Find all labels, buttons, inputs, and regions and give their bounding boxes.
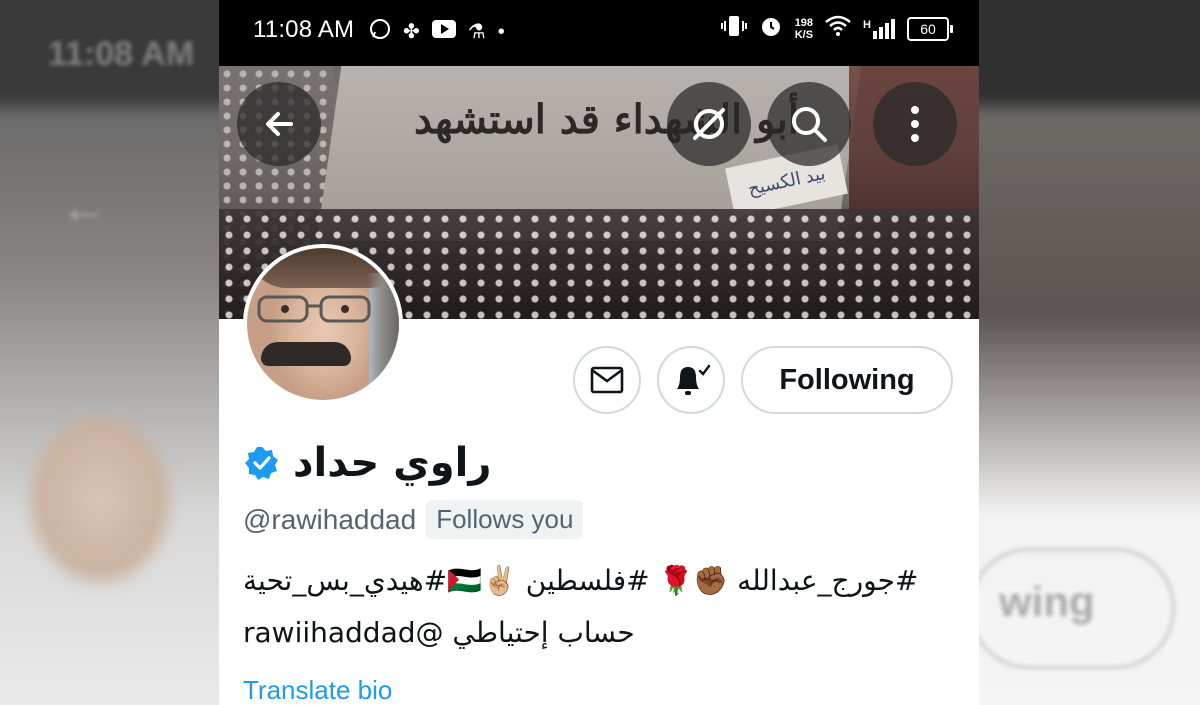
whatsapp-icon [369, 18, 391, 46]
bio-line-1: #جورج_عبدالله ✊🏾🌹 #فلسطين ✌🏼🇵🇸#هيدي_بس_ت… [243, 564, 919, 597]
flask-icon: ⚗ [467, 21, 486, 43]
following-button[interactable]: Following [741, 346, 953, 414]
translate-bio-link[interactable]: Translate bio [243, 675, 392, 705]
handle: @rawihaddad [243, 503, 417, 535]
notifications-button[interactable] [657, 346, 725, 414]
verified-badge-icon [245, 447, 278, 480]
name-row: راوي حداد [245, 438, 491, 488]
avatar[interactable] [243, 244, 403, 404]
message-button[interactable] [573, 346, 641, 414]
left-blurred-backdrop: 11:08 AM ← [0, 0, 219, 705]
right-blurred-backdrop: wing [979, 0, 1200, 705]
back-button[interactable] [237, 82, 321, 166]
phone-screen: 11:08 AM ✤ ⚗ • 198 K/S H 60 أبو الشهداء … [219, 0, 979, 705]
pinwheel-icon: ✤ [403, 21, 420, 43]
ghost-back-icon: ← [60, 181, 108, 234]
alarm-icon [759, 14, 783, 43]
bio-line-2: حساب إحتياطي @rawiihaddad [243, 616, 635, 649]
hide-button[interactable] [667, 82, 751, 166]
display-name: راوي حداد [293, 440, 492, 486]
eye-slash-icon [693, 108, 725, 140]
net-speed: 198 K/S [794, 16, 814, 41]
handle-row: @rawihaddad Follows you [243, 500, 584, 539]
status-time: 11:08 AM [253, 16, 355, 43]
vibrate-icon [720, 15, 747, 42]
ghost-time: 11:08 AM [48, 35, 195, 73]
battery-indicator: 60 [907, 16, 953, 41]
arrow-left-icon [266, 112, 293, 136]
cell-signal-icon: H [863, 18, 895, 39]
glasses-graphic [257, 295, 371, 323]
status-bar: 11:08 AM ✤ ⚗ • 198 K/S H 60 [219, 0, 979, 66]
more-vertical-icon [911, 106, 919, 142]
search-button[interactable] [767, 82, 851, 166]
youtube-icon [431, 20, 456, 44]
search-icon [792, 107, 827, 142]
ghost-following-text: wing [999, 578, 1095, 625]
dot-icon: • [497, 21, 505, 43]
more-options-button[interactable] [873, 82, 957, 166]
bell-check-icon [677, 364, 711, 395]
mail-icon [590, 366, 624, 394]
wifi-icon [825, 15, 851, 42]
follows-you-badge: Follows you [426, 500, 584, 539]
